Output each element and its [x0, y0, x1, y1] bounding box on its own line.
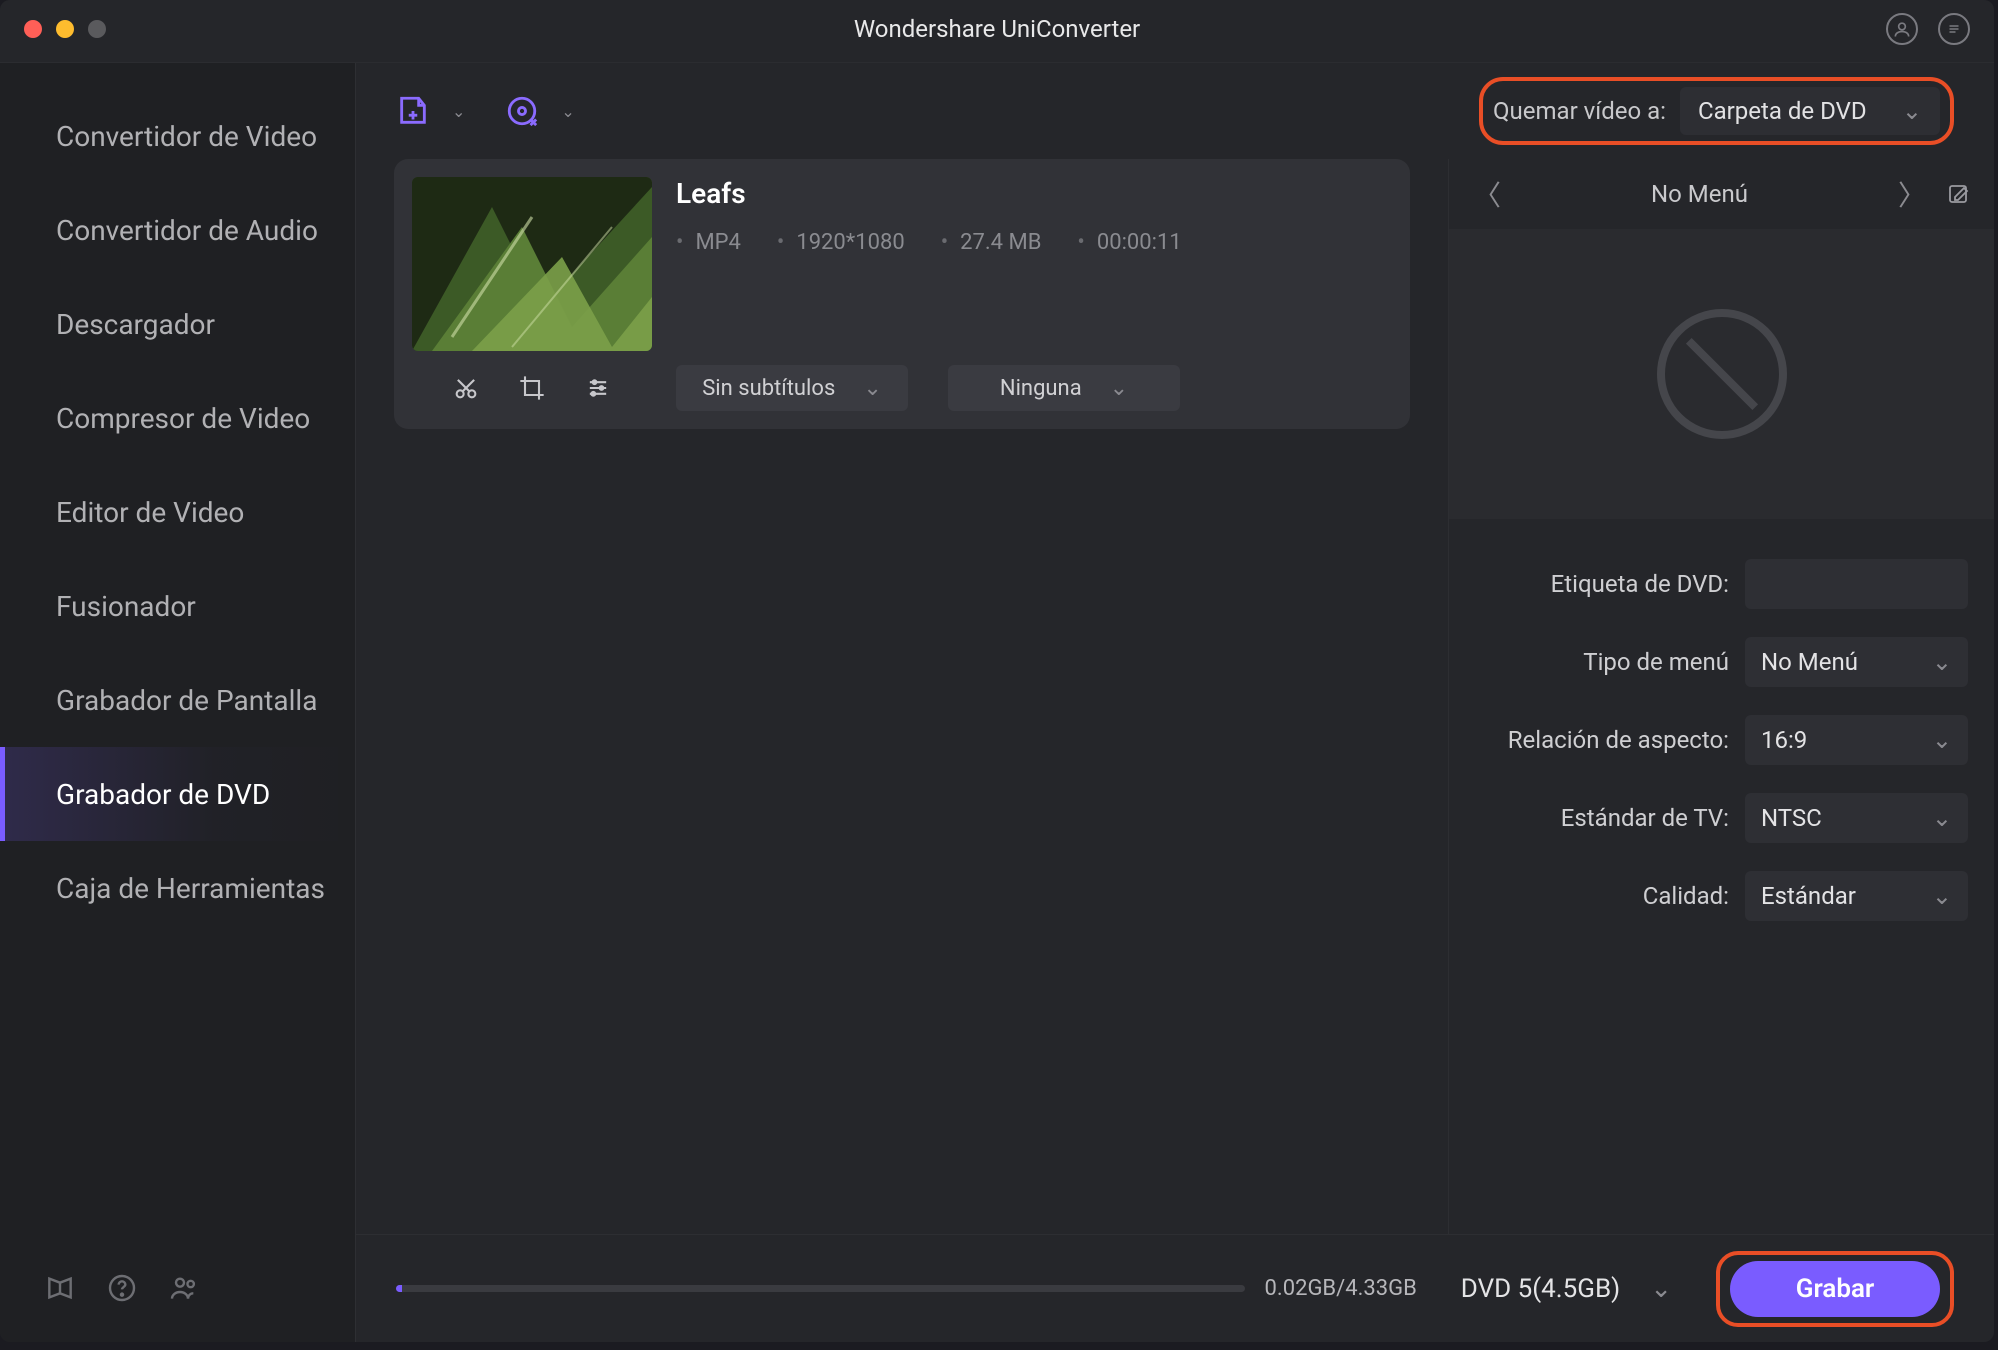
sidebar-item-label: Editor de Video — [56, 496, 244, 529]
sidebar-item-video-compressor[interactable]: Compresor de Video — [0, 371, 355, 465]
dvd-label-label: Etiqueta de DVD: — [1475, 570, 1729, 598]
file-meta: MP4 1920*1080 27.4 MB 00:00:11 — [676, 230, 1392, 255]
load-disc-button[interactable]: ⌄ — [505, 94, 574, 128]
sidebar-item-audio-converter[interactable]: Convertidor de Audio — [0, 183, 355, 277]
effects-icon[interactable] — [584, 374, 612, 402]
sidebar-item-label: Convertidor de Audio — [56, 214, 318, 247]
add-file-button[interactable]: ⌄ — [396, 94, 465, 128]
next-template-button[interactable]: 〉 — [1898, 174, 1926, 214]
quality-select[interactable]: Estándar ⌄ — [1745, 871, 1968, 921]
no-menu-icon — [1657, 309, 1787, 439]
capacity-text: 0.02GB/4.33GB — [1265, 1276, 1417, 1301]
app-title: Wondershare UniConverter — [854, 15, 1140, 43]
guide-icon[interactable] — [44, 1272, 76, 1304]
sidebar-item-label: Fusionador — [56, 590, 196, 623]
burn-button-highlight: Grabar — [1716, 1251, 1954, 1327]
aspect-ratio-label: Relación de aspecto: — [1475, 726, 1729, 754]
minimize-window-button[interactable] — [56, 20, 74, 38]
capacity-progress-fill — [396, 1285, 402, 1292]
footer: 0.02GB/4.33GB DVD 5(4.5GB) ⌄ Grabar — [356, 1234, 1994, 1342]
chevron-down-icon: ⌄ — [1932, 804, 1952, 832]
subtitle-value: Sin subtítulos — [702, 376, 835, 401]
menu-preview — [1449, 229, 1994, 519]
sidebar-item-label: Compresor de Video — [56, 402, 310, 435]
sidebar-item-label: Grabador de DVD — [56, 778, 270, 811]
right-panel: 〈 No Menú 〉 — [1448, 159, 1994, 1234]
dvd-label-input[interactable] — [1745, 559, 1968, 609]
capacity-progress-bar — [396, 1285, 1245, 1292]
sidebar-item-video-converter[interactable]: Convertidor de Video — [0, 89, 355, 183]
sidebar-item-downloader[interactable]: Descargador — [0, 277, 355, 371]
audio-track-select[interactable]: Ninguna ⌄ — [948, 365, 1180, 411]
edit-template-icon[interactable] — [1946, 182, 1970, 206]
sidebar-item-dvd-burner[interactable]: Grabador de DVD — [0, 747, 355, 841]
menu-type-label: Tipo de menú — [1475, 648, 1729, 676]
burn-button[interactable]: Grabar — [1730, 1261, 1940, 1317]
trim-icon[interactable] — [452, 374, 480, 402]
subtitle-select[interactable]: Sin subtítulos ⌄ — [676, 365, 908, 411]
file-format: MP4 — [676, 230, 741, 255]
aspect-ratio-value: 16:9 — [1761, 726, 1807, 754]
sidebar-item-label: Caja de Herramientas — [56, 872, 325, 905]
tv-standard-value: NTSC — [1761, 804, 1822, 832]
account-icon[interactable] — [1886, 13, 1918, 45]
dvd-settings: Etiqueta de DVD: Tipo de menú No Menú ⌄ — [1449, 519, 1994, 921]
file-duration: 00:00:11 — [1077, 230, 1181, 255]
menu-type-select[interactable]: No Menú ⌄ — [1745, 637, 1968, 687]
disc-type-select[interactable]: DVD 5(4.5GB) ⌄ — [1447, 1263, 1686, 1315]
menu-template-nav: 〈 No Menú 〉 — [1449, 159, 1994, 229]
menu-type-value: No Menú — [1761, 648, 1858, 676]
sidebar-item-video-editor[interactable]: Editor de Video — [0, 465, 355, 559]
burn-target-value: Carpeta de DVD — [1698, 97, 1867, 125]
tv-standard-select[interactable]: NTSC ⌄ — [1745, 793, 1968, 843]
chevron-down-icon: ⌄ — [1110, 376, 1128, 401]
chevron-down-icon: ⌄ — [1932, 882, 1952, 910]
sidebar: Convertidor de Video Convertidor de Audi… — [0, 63, 356, 1342]
video-thumbnail[interactable] — [412, 177, 652, 351]
chevron-down-icon: ⌄ — [1650, 1274, 1672, 1304]
chevron-down-icon: ⌄ — [1902, 97, 1922, 125]
help-icon[interactable] — [106, 1272, 138, 1304]
chevron-down-icon: ⌄ — [1932, 648, 1952, 676]
quality-label: Calidad: — [1475, 882, 1729, 910]
sidebar-item-toolbox[interactable]: Caja de Herramientas — [0, 841, 355, 935]
crop-icon[interactable] — [518, 374, 546, 402]
file-title: Leafs — [676, 177, 1392, 210]
chevron-down-icon: ⌄ — [863, 376, 881, 401]
file-card: Leafs MP4 1920*1080 27.4 MB 00:00:11 — [394, 159, 1410, 429]
burn-target-group-highlight: Quemar vídeo a: Carpeta de DVD ⌄ — [1479, 77, 1954, 145]
chevron-down-icon: ⌄ — [452, 102, 465, 121]
close-window-button[interactable] — [24, 20, 42, 38]
sidebar-item-merger[interactable]: Fusionador — [0, 559, 355, 653]
tv-standard-label: Estándar de TV: — [1475, 804, 1729, 832]
sidebar-item-label: Descargador — [56, 308, 215, 341]
chevron-down-icon: ⌄ — [561, 102, 574, 121]
burn-target-label: Quemar vídeo a: — [1493, 97, 1666, 125]
maximize-window-button[interactable] — [88, 20, 106, 38]
menu-template-label: No Menú — [1651, 180, 1748, 208]
chevron-down-icon: ⌄ — [1932, 726, 1952, 754]
burn-target-select[interactable]: Carpeta de DVD ⌄ — [1680, 87, 1940, 135]
file-resolution: 1920*1080 — [777, 230, 905, 255]
sidebar-item-label: Grabador de Pantalla — [56, 684, 317, 717]
main-panel: ⌄ ⌄ Quemar vídeo a: Carpeta de DVD — [356, 63, 1994, 1342]
sidebar-item-label: Convertidor de Video — [56, 120, 317, 153]
sidebar-item-screen-recorder[interactable]: Grabador de Pantalla — [0, 653, 355, 747]
titlebar: Wondershare UniConverter — [0, 0, 1994, 58]
aspect-ratio-select[interactable]: 16:9 ⌄ — [1745, 715, 1968, 765]
disc-type-value: DVD 5(4.5GB) — [1461, 1274, 1620, 1304]
quality-value: Estándar — [1761, 882, 1856, 910]
menu-icon[interactable] — [1938, 13, 1970, 45]
audio-track-value: Ninguna — [1000, 376, 1082, 401]
window-controls — [24, 20, 106, 38]
prev-template-button[interactable]: 〈 — [1473, 174, 1501, 214]
community-icon[interactable] — [168, 1272, 200, 1304]
file-size: 27.4 MB — [941, 230, 1042, 255]
